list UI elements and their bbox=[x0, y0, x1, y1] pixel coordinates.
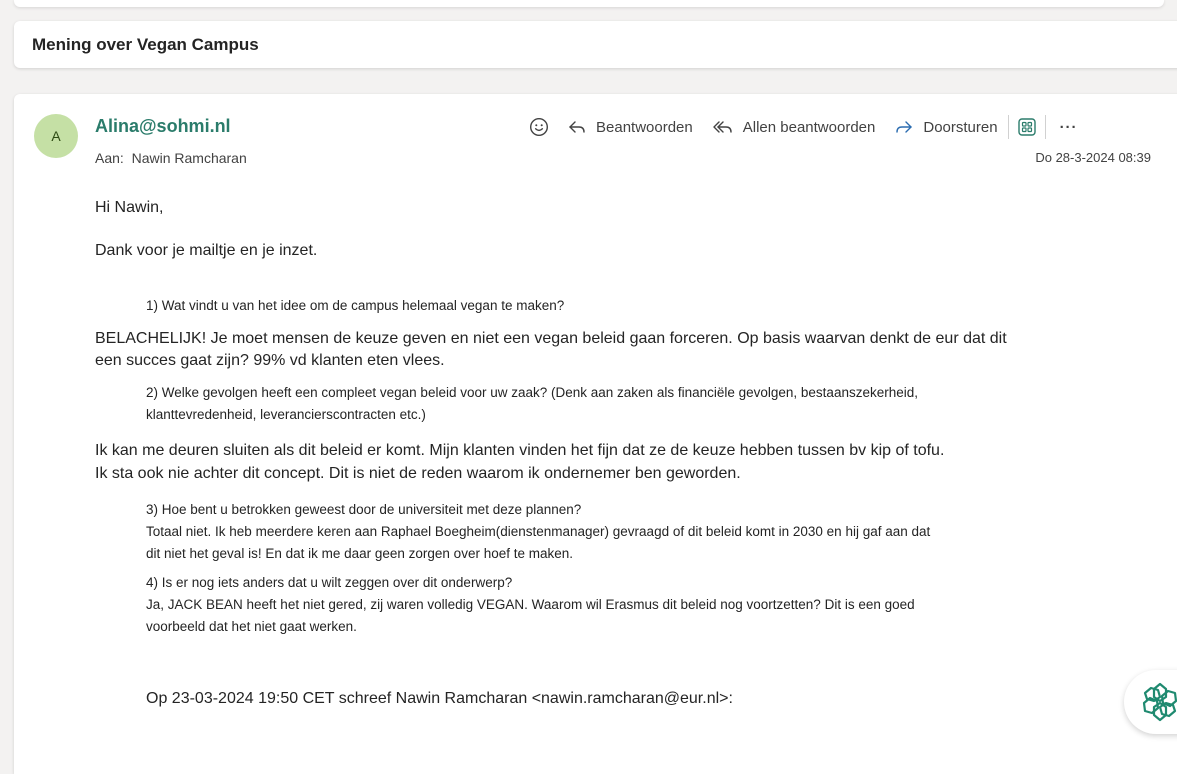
forward-label: Doorsturen bbox=[923, 118, 998, 136]
answer-4-line-2: voorbeeld dat het niet gaat werken. bbox=[146, 619, 357, 634]
question-1: 1) Wat vindt u van het idee om de campus… bbox=[146, 298, 565, 313]
apps-button[interactable] bbox=[1017, 117, 1037, 137]
reply-all-label: Allen beantwoorden bbox=[742, 118, 876, 136]
forward-arrow-icon bbox=[896, 121, 913, 133]
to-label: Aan: bbox=[95, 150, 124, 166]
question-4: 4) Is er nog iets anders dat u wilt zegg… bbox=[146, 575, 513, 590]
intro-line: Dank voor je mailtje en je inzet. bbox=[95, 242, 318, 259]
answer-1-line-2: een succes gaat zijn? 99% vd klanten ete… bbox=[95, 352, 445, 369]
question-3: 3) Hoe bent u betrokken geweest door de … bbox=[146, 502, 582, 517]
toolbar-divider bbox=[1007, 115, 1009, 139]
question-2-line-2: klanttevredenheid, leverancierscontracte… bbox=[146, 407, 426, 422]
recipient-line: Aan: Nawin Ramcharan bbox=[95, 150, 247, 166]
answer-3-line-1: Totaal niet. Ik heb meerdere keren aan R… bbox=[146, 524, 931, 539]
message-card: A Alina@sohmi.nl Aan: Nawin Ramcharan Do… bbox=[14, 94, 1177, 774]
reply-all-button[interactable]: Allen beantwoorden bbox=[712, 117, 876, 137]
toolbar-divider bbox=[1044, 115, 1046, 139]
reply-label: Beantwoorden bbox=[596, 118, 693, 136]
more-actions-button[interactable]: ··· bbox=[1060, 119, 1078, 136]
reply-all-arrow-icon bbox=[713, 121, 732, 133]
more-icon: ··· bbox=[1059, 118, 1078, 136]
previous-message-strip bbox=[14, 0, 1164, 7]
quoted-message-header: Op 23-03-2024 19:50 CET schreef Nawin Ra… bbox=[146, 690, 733, 707]
answer-4-line-1: Ja, JACK BEAN heeft het niet gered, zij … bbox=[146, 597, 915, 612]
reply-button[interactable]: Beantwoorden bbox=[567, 117, 693, 137]
reply-arrow-icon bbox=[569, 121, 585, 133]
apps-grid-icon bbox=[1017, 118, 1036, 136]
answer-1-line-1: BELACHELIJK! Je moet mensen de keuze gev… bbox=[95, 330, 1007, 347]
answer-2-line-1: Ik kan me deuren sluiten als dit beleid … bbox=[95, 442, 945, 459]
smiley-icon bbox=[529, 117, 549, 137]
recipient-name[interactable]: Nawin Ramcharan bbox=[132, 150, 247, 166]
question-2-line-1: 2) Welke gevolgen heeft een compleet veg… bbox=[146, 385, 918, 400]
subject-bar: Mening over Vegan Campus bbox=[14, 21, 1177, 68]
sender-address[interactable]: Alina@sohmi.nl bbox=[95, 116, 231, 137]
forward-button[interactable]: Doorsturen bbox=[894, 117, 998, 137]
greeting: Hi Nawin, bbox=[95, 199, 164, 216]
answer-2-line-2: Ik sta ook nie achter dit concept. Dit i… bbox=[95, 465, 741, 482]
sent-date: Do 28-3-2024 08:39 bbox=[1035, 150, 1151, 165]
answer-3-line-2: dit niet het geval is! En dat ik me daar… bbox=[146, 546, 574, 561]
message-actions: Beantwoorden Allen beantwoorden Doorstur… bbox=[529, 114, 1078, 140]
avatar[interactable]: A bbox=[34, 114, 78, 158]
subject-title: Mening over Vegan Campus bbox=[32, 35, 259, 54]
react-button[interactable] bbox=[529, 117, 549, 137]
copilot-icon bbox=[1142, 682, 1177, 722]
